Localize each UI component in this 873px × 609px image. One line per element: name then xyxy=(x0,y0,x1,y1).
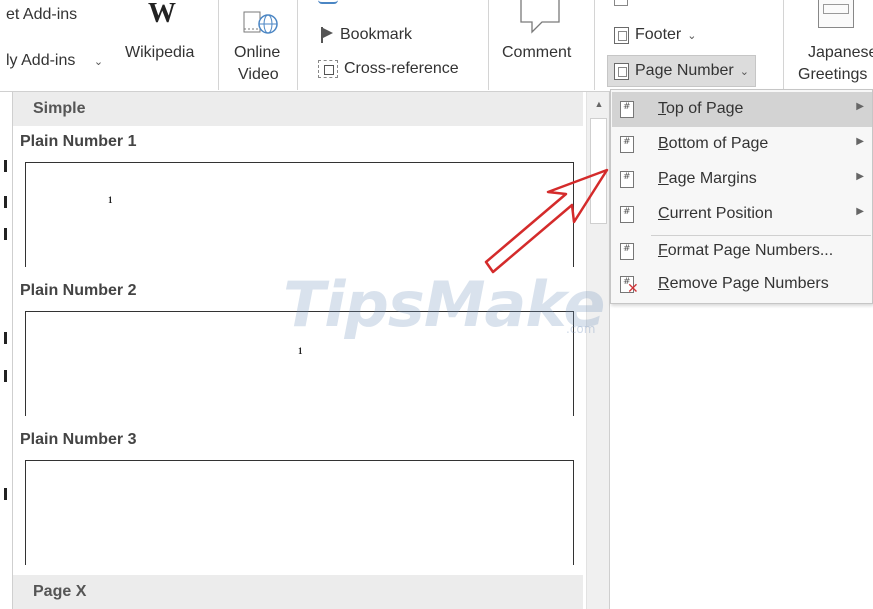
bookmark-button[interactable]: Bookmark xyxy=(320,26,412,44)
wikipedia-icon: W xyxy=(148,0,176,29)
format-page-numbers-icon xyxy=(620,243,634,260)
page-number-button[interactable]: Page Number ⌄ xyxy=(607,55,756,87)
current-position-icon xyxy=(620,206,634,223)
get-addins-button[interactable]: et Add-ins xyxy=(6,6,77,24)
page-preview: 1 xyxy=(25,311,574,416)
cross-reference-button[interactable]: Cross-reference xyxy=(318,60,459,78)
page-number-mark: 1 xyxy=(298,346,303,356)
page-bottom-icon xyxy=(620,136,634,153)
submenu-arrow-icon: ▶ xyxy=(856,206,864,217)
menu-item-label: ormat Page Numbers... xyxy=(667,242,834,259)
bookmark-label: Bookmark xyxy=(340,26,413,43)
item-title: Plain Number 2 xyxy=(20,282,137,299)
accelerator-key: B xyxy=(658,135,669,152)
section-header-simple: Simple xyxy=(13,92,583,126)
menu-item-label: ottom of Page xyxy=(668,135,769,152)
group-divider xyxy=(783,0,784,90)
menu-item-label: op of Page xyxy=(666,100,744,117)
page-preview xyxy=(25,460,574,565)
section-header-page-x: Page X xyxy=(13,575,583,609)
page-number-icon xyxy=(614,62,629,80)
online-video-label-1: Online xyxy=(234,44,281,61)
japanese-label-1: Japanese xyxy=(808,44,873,61)
gallery-scrollbar[interactable]: ▲ xyxy=(586,92,609,609)
group-divider xyxy=(218,0,219,90)
greetings-icon xyxy=(818,0,854,28)
link-icon xyxy=(318,0,338,4)
ribbon: et Add-ins ly Add-ins ⌄ W Wikipedia Onli… xyxy=(0,0,873,92)
comment-label: Comment xyxy=(502,44,572,61)
menu-item-label: emove Page Numbers xyxy=(669,275,829,292)
page-number-menu: Top of Page ▶ Bottom of Page ▶ Page Marg… xyxy=(610,89,873,304)
page-number-label: Page Number xyxy=(635,62,734,79)
item-title: Plain Number 3 xyxy=(20,431,137,448)
menu-item-bottom-of-page[interactable]: Bottom of Page ▶ xyxy=(612,127,872,162)
online-video-icon xyxy=(243,11,278,34)
accelerator-key: T xyxy=(658,100,666,117)
menu-item-label: urrent Position xyxy=(669,205,773,222)
cross-reference-label: Cross-reference xyxy=(344,60,459,77)
online-video-label-2: Video xyxy=(238,66,279,83)
chevron-down-icon: ⌄ xyxy=(687,29,697,42)
menu-item-top-of-page[interactable]: Top of Page ▶ xyxy=(612,92,872,127)
group-divider xyxy=(594,0,595,90)
bookmark-flag-icon xyxy=(320,27,334,43)
menu-item-page-margins[interactable]: Page Margins ▶ xyxy=(612,162,872,197)
accelerator-key: C xyxy=(658,205,670,222)
comment-icon xyxy=(520,0,560,34)
page-preview: 1 xyxy=(25,162,574,267)
footer-icon xyxy=(614,26,629,44)
my-addins-button[interactable]: ly Add-ins ⌄ xyxy=(6,52,103,70)
page-number-mark: 1 xyxy=(108,195,113,205)
chevron-down-icon: ⌄ xyxy=(93,56,104,68)
scroll-thumb[interactable] xyxy=(590,118,607,224)
accelerator-key: F xyxy=(658,242,668,259)
menu-item-label: age Margins xyxy=(668,170,757,187)
accelerator-key: P xyxy=(658,170,669,187)
header-icon xyxy=(614,0,628,6)
document-edge xyxy=(0,92,12,609)
remove-page-numbers-icon xyxy=(620,276,639,297)
japanese-label-2: Greetings xyxy=(798,66,868,83)
footer-button[interactable]: Footer ⌄ xyxy=(614,26,696,44)
menu-item-remove-page-numbers[interactable]: Remove Page Numbers xyxy=(612,267,872,302)
page-margins-icon xyxy=(620,171,634,188)
cross-reference-icon xyxy=(318,60,338,78)
page-number-gallery: Simple Plain Number 1 1 Plain Number 2 1… xyxy=(12,92,610,609)
group-divider xyxy=(297,0,298,90)
submenu-arrow-icon: ▶ xyxy=(856,101,864,112)
wikipedia-label: Wikipedia xyxy=(125,44,195,61)
chevron-down-icon: ⌄ xyxy=(739,65,749,78)
menu-item-format-page-numbers[interactable]: Format Page Numbers... xyxy=(612,234,872,269)
submenu-arrow-icon: ▶ xyxy=(856,136,864,147)
my-addins-label: ly Add-ins xyxy=(6,52,76,69)
scroll-up-arrow-icon[interactable]: ▲ xyxy=(591,96,607,112)
accelerator-key: R xyxy=(658,275,670,292)
page-top-icon xyxy=(620,101,634,118)
item-title: Plain Number 1 xyxy=(20,133,137,150)
footer-label: Footer xyxy=(635,26,682,43)
group-divider xyxy=(488,0,489,90)
menu-item-current-position[interactable]: Current Position ▶ xyxy=(612,197,872,232)
submenu-arrow-icon: ▶ xyxy=(856,171,864,182)
